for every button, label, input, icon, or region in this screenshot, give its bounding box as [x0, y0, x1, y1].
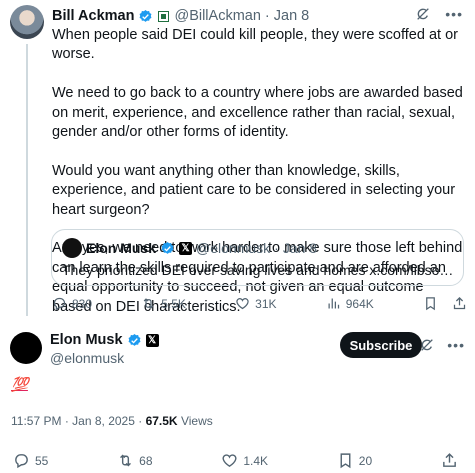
- repost-button[interactable]: 5.5K: [141, 296, 186, 311]
- heart-icon: [222, 454, 237, 468]
- bookmark-button[interactable]: 20: [337, 452, 372, 469]
- author-name-row: Elon Musk 𝕏: [50, 332, 159, 348]
- reply-button[interactable]: 55: [13, 452, 48, 469]
- share-icon: [443, 453, 456, 467]
- thread-connector: [26, 44, 28, 316]
- repost-icon: [143, 298, 154, 309]
- like-count: 31K: [255, 296, 277, 311]
- affiliation-badge-icon: [158, 10, 170, 22]
- repost-button[interactable]: 68: [117, 452, 153, 469]
- tweet-metadata: 11:57 PM · Jan 8, 2025 · 67.5K Views: [11, 414, 213, 428]
- parent-tweet[interactable]: Bill Ackman @BillAckman · Jan 8 ••• When…: [0, 0, 475, 318]
- quoted-tweet-header: Elon Musk 𝕏 @elonmusk · Jan 8: [62, 238, 317, 258]
- author-name: Elon Musk: [86, 240, 157, 256]
- avatar[interactable]: [10, 5, 44, 39]
- x-affiliation-icon: 𝕏: [179, 241, 193, 255]
- separator-dot: ·: [64, 414, 69, 428]
- bookmark-count: 20: [358, 453, 373, 468]
- quoted-tweet-text: They prioritized DEI over saving lives a…: [62, 262, 454, 278]
- like-count: 1.4K: [243, 453, 268, 468]
- main-tweet-header: Elon Musk 𝕏 @elonmusk Subscribe •••: [10, 330, 465, 370]
- tweet-date[interactable]: Jan 8, 2025: [72, 414, 135, 428]
- x-affiliation-icon: 𝕏: [145, 333, 159, 347]
- grok-icon[interactable]: [415, 6, 431, 22]
- share-button[interactable]: [441, 452, 458, 469]
- views-count: 67.5K: [145, 414, 178, 428]
- reply-icon: [53, 297, 66, 311]
- tweet-text: 💯: [11, 376, 28, 393]
- views-icon: [328, 298, 339, 309]
- author-name[interactable]: Bill Ackman: [52, 8, 134, 24]
- heart-icon: [236, 298, 249, 310]
- separator-dot: ·: [274, 240, 279, 256]
- avatar: [62, 238, 82, 258]
- avatar[interactable]: [10, 332, 42, 364]
- tweet-paragraph: When people said DEI could kill people, …: [52, 27, 458, 63]
- bookmark-icon[interactable]: [423, 296, 438, 311]
- tweet-time[interactable]: 11:57 PM: [11, 414, 61, 428]
- author-handle: @elonmusk: [196, 240, 271, 256]
- separator-dot: ·: [138, 414, 143, 428]
- bookmark-icon: [340, 453, 351, 469]
- tweet-paragraph: Would you want anything other than knowl…: [52, 162, 456, 218]
- separator-dot: ·: [264, 8, 270, 24]
- author-name[interactable]: Elon Musk: [50, 332, 123, 348]
- reply-icon: [15, 454, 28, 469]
- verified-badge-icon: [128, 333, 140, 346]
- repost-count: 5.5K: [161, 296, 186, 311]
- verified-badge-icon: [140, 9, 152, 22]
- like-button[interactable]: 1.4K: [221, 452, 268, 469]
- main-header-actions: •••: [419, 337, 465, 353]
- more-icon[interactable]: •••: [447, 337, 465, 353]
- parent-header-actions: •••: [415, 6, 463, 22]
- views-count: 964K: [345, 296, 374, 311]
- author-handle[interactable]: @elonmusk: [50, 350, 124, 366]
- repost-icon: [120, 454, 132, 467]
- tweet-paragraph: We need to go back to a country where jo…: [52, 85, 463, 141]
- parent-action-bar: 830 5.5K 31K 964K: [52, 296, 467, 311]
- repost-count: 68: [139, 453, 153, 468]
- tweet-date: Jan 8: [282, 240, 318, 256]
- parent-secondary-actions: [423, 296, 467, 311]
- reply-button[interactable]: 830: [52, 296, 92, 311]
- views-button[interactable]: 964K: [326, 296, 374, 311]
- hundred-points-emoji: 💯: [11, 376, 28, 392]
- grok-icon[interactable]: [419, 337, 435, 353]
- reply-count: 55: [35, 453, 49, 468]
- like-button[interactable]: 31K: [235, 296, 277, 311]
- more-icon[interactable]: •••: [445, 6, 463, 22]
- parent-tweet-header: Bill Ackman @BillAckman · Jan 8: [52, 6, 309, 26]
- reply-count: 830: [72, 296, 93, 311]
- verified-badge-icon: [161, 241, 174, 254]
- tweet-date[interactable]: Jan 8: [274, 8, 309, 24]
- share-icon[interactable]: [452, 296, 467, 311]
- subscribe-button[interactable]: Subscribe: [340, 332, 422, 358]
- views-label: Views: [180, 414, 213, 428]
- quoted-tweet-card[interactable]: Elon Musk 𝕏 @elonmusk · Jan 8 They prior…: [51, 229, 464, 286]
- author-handle[interactable]: @BillAckman: [174, 8, 260, 24]
- main-action-bar: 55 68 1.4K 20: [13, 452, 458, 469]
